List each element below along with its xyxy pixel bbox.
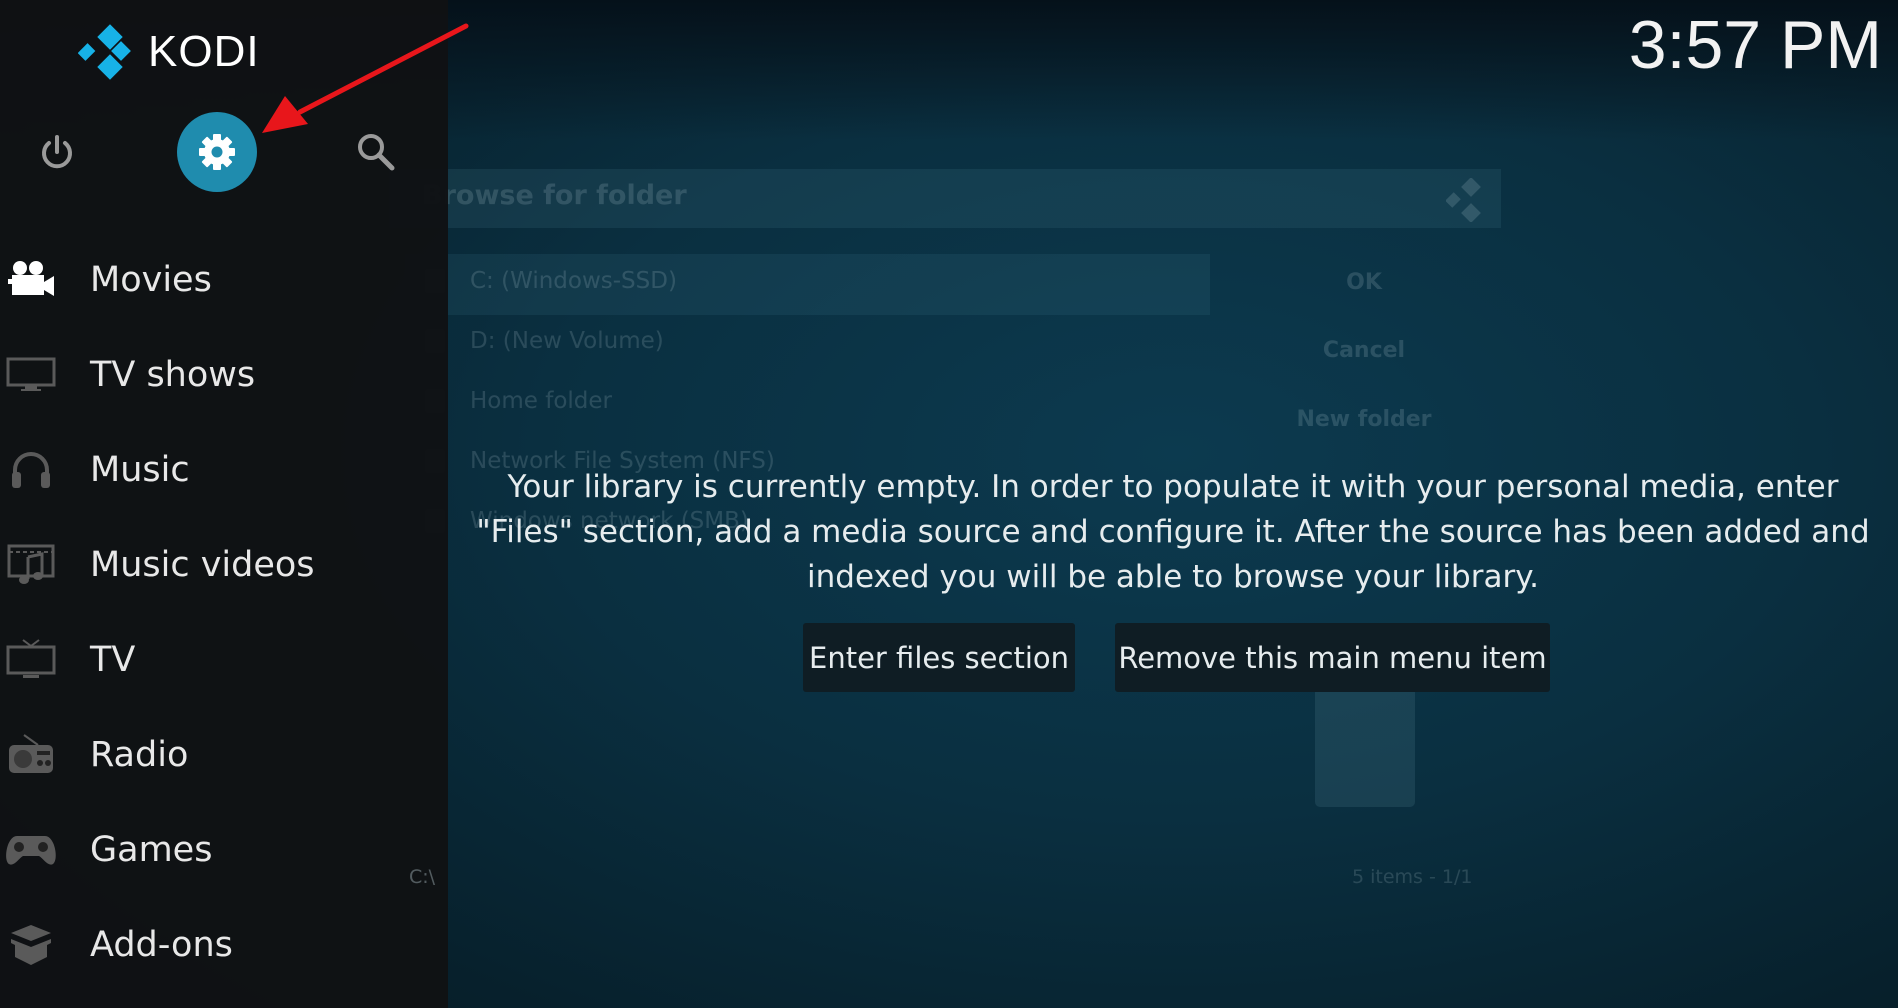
gear-icon	[199, 134, 235, 170]
dialog-list-item[interactable]: Home folder	[425, 388, 612, 414]
app-name: KODI	[148, 27, 260, 76]
tv-icon	[6, 639, 56, 678]
search-button[interactable]	[336, 112, 416, 192]
menu-item-music[interactable]: Music	[0, 430, 448, 510]
radio-icon	[9, 734, 53, 773]
empty-library-message: Your library is currently empty. In orde…	[476, 469, 1870, 595]
clock: 3:57 PM	[1628, 7, 1882, 83]
settings-button[interactable]	[177, 112, 257, 192]
kodi-logo-icon	[1445, 177, 1490, 226]
search-icon	[358, 134, 395, 171]
dialog-list-item[interactable]: D: (New Volume)	[425, 328, 664, 354]
power-icon	[42, 135, 72, 169]
dialog-list-item[interactable]: C: (Windows-SSD)	[425, 268, 677, 294]
menu-item-music-videos[interactable]: Music videos	[0, 525, 448, 605]
menu-item-tv[interactable]: TV	[0, 620, 448, 700]
dialog-path: C:\	[409, 866, 436, 888]
dialog-cancel-button[interactable]: Cancel	[1264, 338, 1464, 363]
addons-box-icon	[11, 925, 51, 965]
hard-disk-icon	[1315, 678, 1415, 807]
dialog-new-folder-button[interactable]: New folder	[1264, 407, 1464, 432]
menu-item-movies[interactable]: Movies	[0, 240, 448, 320]
dialog-ok-button[interactable]: OK	[1264, 270, 1464, 295]
gamepad-icon	[6, 836, 56, 865]
menu-item-tv-shows[interactable]: TV shows	[0, 335, 448, 415]
monitor-icon	[6, 357, 56, 391]
kodi-logo-icon	[78, 24, 131, 80]
remove-menu-item-button[interactable]: Remove this main menu item	[1115, 623, 1550, 692]
kodi-logo: KODI	[78, 24, 260, 80]
dialog-item-count: 5 items - 1/1	[1352, 866, 1473, 888]
music-video-icon	[7, 544, 55, 584]
enter-files-section-button[interactable]: Enter files section	[803, 623, 1075, 692]
menu-item-radio[interactable]: Radio	[0, 715, 448, 795]
movie-camera-icon	[8, 261, 54, 296]
headphones-icon	[12, 452, 50, 488]
sidebar: KODI Movies TV shows Music Music videos …	[0, 0, 448, 1008]
dialog-title: Browse for folder	[422, 180, 687, 211]
power-button[interactable]	[17, 112, 97, 192]
menu-item-add-ons[interactable]: Add-ons	[0, 905, 448, 985]
menu-item-games[interactable]: Games	[0, 810, 448, 890]
